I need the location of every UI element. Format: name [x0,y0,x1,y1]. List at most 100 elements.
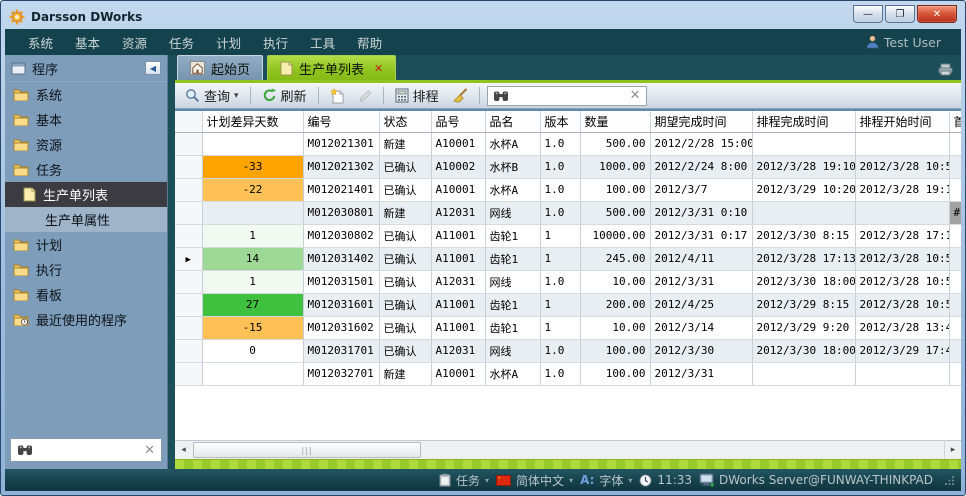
column-header-sched-start-time[interactable]: 排程开始时间 [855,111,949,132]
cell-item-name[interactable]: 齿轮1 [485,247,540,270]
cell-item-name[interactable]: 水杯A [485,362,540,385]
cell-due-time[interactable]: 2012/3/31 0:17 [650,224,752,247]
grid-corner-cell[interactable] [175,111,202,132]
cell-flag[interactable] [949,293,961,316]
refresh-button[interactable]: 刷新 [258,84,311,107]
cell-sched-end-time[interactable]: 2012/3/29 8:15 [752,293,855,316]
menu-item-0[interactable]: 系统 [17,29,64,55]
cell-version[interactable]: 1.0 [540,178,580,201]
cell-flag[interactable] [949,270,961,293]
cell-due-time[interactable]: 2012/2/28 15:00 [650,132,752,155]
cell-version[interactable]: 1 [540,316,580,339]
sidebar-item-0[interactable]: 系统 [5,82,167,107]
schedule-button[interactable]: 排程 [391,84,443,107]
cell-qty[interactable]: 10.00 [580,270,650,293]
cell-qty[interactable]: 10.00 [580,316,650,339]
cell-version[interactable]: 1.0 [540,339,580,362]
sidebar-item-8[interactable]: 看板 [5,282,167,307]
cell-qty[interactable]: 200.00 [580,293,650,316]
cell-flag[interactable] [949,339,961,362]
row-header[interactable] [175,155,202,178]
column-header-qty[interactable]: 数量 [580,111,650,132]
cell-order-no[interactable]: M012021302 [303,155,379,178]
cell-item-no[interactable]: A10001 [431,362,485,385]
menu-item-2[interactable]: 资源 [111,29,158,55]
menu-item-6[interactable]: 工具 [299,29,346,55]
cell-item-name[interactable]: 水杯B [485,155,540,178]
cell-sched-end-time[interactable]: 2012/3/28 19:10 [752,155,855,178]
cell-flag[interactable] [949,247,961,270]
scroll-left-icon[interactable]: ◂ [175,441,192,459]
horizontal-scrollbar[interactable]: ◂ ||| ▸ [175,440,961,459]
scroll-right-icon[interactable]: ▸ [944,441,961,459]
cell-item-no[interactable]: A10002 [431,155,485,178]
cell-status[interactable]: 已确认 [379,316,431,339]
scrollbar-thumb[interactable]: ||| [193,442,421,458]
cell-flag[interactable]: # [949,201,961,224]
menu-item-1[interactable]: 基本 [64,29,111,55]
cell-plan-diff-days[interactable]: 0 [202,339,303,362]
row-header[interactable] [175,362,202,385]
row-header[interactable] [175,316,202,339]
cell-item-no[interactable]: A11001 [431,293,485,316]
cell-qty[interactable]: 100.00 [580,362,650,385]
menu-item-7[interactable]: 帮助 [346,29,393,55]
cell-order-no[interactable]: M012021301 [303,132,379,155]
cell-item-name[interactable]: 水杯A [485,178,540,201]
cell-sched-start-time[interactable]: 2012/3/28 13:40 [855,316,949,339]
cell-order-no[interactable]: M012031701 [303,339,379,362]
column-header-plan-diff-days[interactable]: 计划差异天数 [202,111,303,132]
cell-plan-diff-days[interactable]: 1 [202,270,303,293]
row-header[interactable] [175,339,202,362]
cell-sched-end-time[interactable]: 2012/3/29 9:20 [752,316,855,339]
cell-qty[interactable]: 500.00 [580,201,650,224]
cell-sched-end-time[interactable] [752,201,855,224]
cell-order-no[interactable]: M012031402 [303,247,379,270]
cell-due-time[interactable]: 2012/2/24 8:00 [650,155,752,178]
menu-item-5[interactable]: 执行 [252,29,299,55]
cell-version[interactable]: 1.0 [540,201,580,224]
cell-sched-end-time[interactable]: 2012/3/30 18:00 [752,270,855,293]
query-button[interactable]: 查询 ▾ [181,84,243,107]
cell-qty[interactable]: 245.00 [580,247,650,270]
cell-sched-end-time[interactable]: 2012/3/30 8:15 [752,224,855,247]
close-tab-icon[interactable]: ✕ [374,62,383,75]
cell-sched-start-time[interactable]: 2012/3/28 10:52 [855,293,949,316]
resize-grip-icon[interactable] [944,475,955,486]
cell-sched-start-time[interactable]: 2012/3/28 17:13 [855,224,949,247]
cell-due-time[interactable]: 2012/4/11 [650,247,752,270]
cell-sched-start-time[interactable] [855,362,949,385]
cell-qty[interactable]: 100.00 [580,178,650,201]
sidebar-item-6[interactable]: 计划 [5,232,167,257]
row-header[interactable]: ▶ [175,247,202,270]
cell-status[interactable]: 新建 [379,362,431,385]
language-dropdown[interactable]: 简体中文 ▾ [496,472,573,489]
column-header-version[interactable]: 版本 [540,111,580,132]
row-header[interactable] [175,224,202,247]
new-order-button[interactable] [326,86,349,106]
cell-item-name[interactable]: 水杯A [485,132,540,155]
sidebar-collapse-button[interactable]: ◀ [145,61,161,75]
edit-button[interactable] [354,87,376,105]
toolbar-search-input[interactable] [514,89,625,103]
cell-item-name[interactable]: 网线 [485,339,540,362]
cell-status[interactable]: 新建 [379,201,431,224]
cell-sched-start-time[interactable] [855,201,949,224]
column-header-partial[interactable]: 首 [949,111,961,132]
cell-order-no[interactable]: M012030801 [303,201,379,224]
cell-sched-start-time[interactable]: 2012/3/28 19:10 [855,178,949,201]
cell-due-time[interactable]: 2012/3/30 [650,339,752,362]
cell-plan-diff-days[interactable]: 1 [202,224,303,247]
row-header[interactable] [175,178,202,201]
cell-flag[interactable] [949,155,961,178]
row-header[interactable] [175,270,202,293]
cell-flag[interactable] [949,178,961,201]
cell-sched-end-time[interactable] [752,132,855,155]
sidebar-search-input[interactable] [38,443,139,457]
cell-status[interactable]: 新建 [379,132,431,155]
cell-sched-start-time[interactable]: 2012/3/28 10:52 [855,247,949,270]
sidebar-item-3[interactable]: 任务 [5,157,167,182]
menu-item-4[interactable]: 计划 [205,29,252,55]
cell-due-time[interactable]: 2012/3/31 [650,362,752,385]
sidebar-search-clear-icon[interactable]: ✕ [144,443,155,458]
